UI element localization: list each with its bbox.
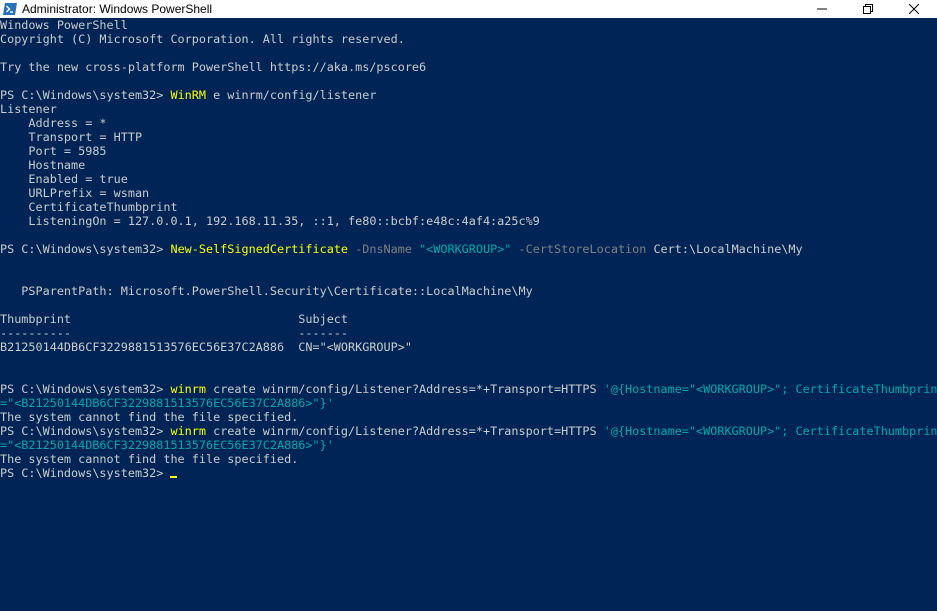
window-controls bbox=[799, 0, 937, 18]
console-text-plain: Hostname bbox=[0, 158, 86, 172]
restore-icon bbox=[863, 4, 873, 14]
console-line: URLPrefix = wsman bbox=[0, 186, 937, 200]
close-button[interactable] bbox=[891, 0, 937, 18]
console-text-cmd: WinRM bbox=[170, 88, 206, 102]
console-text-plain: e winrm/config/listener bbox=[205, 88, 377, 102]
console-line: Windows PowerShell bbox=[0, 18, 937, 32]
powershell-window: Administrator: Windows PowerShell Window… bbox=[0, 0, 937, 611]
console-text-plain: Windows PowerShell bbox=[0, 18, 128, 32]
console-line: ListeningOn = 127.0.0.1, 192.168.11.35, … bbox=[0, 214, 937, 228]
console-text-str: '@{Hostname="<WORKGROUP>"; CertificateTh… bbox=[603, 382, 937, 396]
console-text-cmd: winrm bbox=[170, 382, 206, 396]
console-text-plain: Copyright (C) Microsoft Corporation. All… bbox=[0, 32, 405, 46]
console-text-plain: PS C:\Windows\system32> bbox=[0, 466, 171, 480]
console-line: PS C:\Windows\system32> winrm create win… bbox=[0, 424, 937, 438]
console-text-cmd: New-SelfSignedCertificate bbox=[170, 242, 349, 256]
console-line: PSParentPath: Microsoft.PowerShell.Secur… bbox=[0, 284, 937, 298]
console-line: The system cannot find the file specifie… bbox=[0, 410, 937, 424]
console-line: The system cannot find the file specifie… bbox=[0, 452, 937, 466]
console-line: PS C:\Windows\system32> bbox=[0, 466, 937, 480]
text-cursor bbox=[170, 476, 178, 478]
console-text-plain: The system cannot find the file specifie… bbox=[0, 410, 299, 424]
console-line: ="<B21250144DB6CF3229881513576EC56E37C2A… bbox=[0, 438, 937, 452]
console-text-plain: PS C:\Windows\system32> bbox=[0, 382, 171, 396]
console-output[interactable]: Windows PowerShell Copyright (C) Microsof… bbox=[0, 18, 937, 611]
console-line: B21250144DB6CF3229881513576EC56E37C2A886… bbox=[0, 340, 937, 354]
console-line: Transport = HTTP bbox=[0, 130, 937, 144]
console-text-plain: URLPrefix = wsman bbox=[0, 186, 150, 200]
console-text-plain: Address = * bbox=[0, 116, 107, 130]
console-text-plain: Enabled = true bbox=[0, 172, 128, 186]
console-line: CertificateThumbprint bbox=[0, 200, 937, 214]
console-text-plain: CertificateThumbprint bbox=[0, 200, 178, 214]
console-text-plain: create winrm/config/Listener?Address=*+T… bbox=[205, 382, 604, 396]
console-text-str: '@{Hostname="<WORKGROUP>"; CertificateTh… bbox=[603, 424, 937, 438]
console-text-plain: The system cannot find the file specifie… bbox=[0, 452, 299, 466]
console-text-plain: Port = 5985 bbox=[0, 144, 107, 158]
powershell-icon[interactable] bbox=[2, 0, 18, 18]
console-line: Listener bbox=[0, 102, 937, 116]
window-title: Administrator: Windows PowerShell bbox=[22, 2, 213, 16]
console-text-plain: Thumbprint Subject bbox=[0, 312, 349, 326]
console-text-plain: ---------- ------- bbox=[0, 326, 349, 340]
title-bar[interactable]: Administrator: Windows PowerShell bbox=[0, 0, 937, 18]
console-line: PS C:\Windows\system32> WinRM e winrm/co… bbox=[0, 88, 937, 102]
console-line: PS C:\Windows\system32> New-SelfSignedCe… bbox=[0, 242, 937, 256]
console-text-plain: create winrm/config/Listener?Address=*+T… bbox=[205, 424, 604, 438]
minimize-icon bbox=[817, 4, 827, 14]
console-line: Enabled = true bbox=[0, 172, 937, 186]
console-text-plain: PS C:\Windows\system32> bbox=[0, 88, 171, 102]
console-text-param: -CertStoreLocation bbox=[511, 242, 654, 256]
close-icon bbox=[909, 4, 919, 14]
console-text-str: "<WORKGROUP>" bbox=[419, 242, 512, 256]
console-text-cmd: winrm bbox=[170, 424, 206, 438]
console-text-plain: ListeningOn = 127.0.0.1, 192.168.11.35, … bbox=[0, 214, 540, 228]
console-text-str: ="<B21250144DB6CF3229881513576EC56E37C2A… bbox=[0, 438, 334, 452]
console-text-plain: B21250144DB6CF3229881513576EC56E37C2A886… bbox=[0, 340, 412, 354]
console-text-plain: PS C:\Windows\system32> bbox=[0, 242, 171, 256]
console-text-plain: Try the new cross-platform PowerShell ht… bbox=[0, 60, 427, 74]
console-line: Port = 5985 bbox=[0, 144, 937, 158]
console-text-plain: Transport = HTTP bbox=[0, 130, 143, 144]
console-line: Thumbprint Subject bbox=[0, 312, 937, 326]
minimize-button[interactable] bbox=[799, 0, 845, 18]
console-text-plain: PS C:\Windows\system32> bbox=[0, 424, 171, 438]
console-line: ---------- ------- bbox=[0, 326, 937, 340]
console-text-plain: Cert:\LocalMachine\My bbox=[653, 242, 803, 256]
console-line: Try the new cross-platform PowerShell ht… bbox=[0, 60, 937, 74]
console-line: PS C:\Windows\system32> winrm create win… bbox=[0, 382, 937, 396]
console-line: Address = * bbox=[0, 116, 937, 130]
console-text-plain: Listener bbox=[0, 102, 57, 116]
restore-button[interactable] bbox=[845, 0, 891, 18]
console-text-param: -DnsName bbox=[348, 242, 420, 256]
console-line: ="<B21250144DB6CF3229881513576EC56E37C2A… bbox=[0, 396, 937, 410]
console-text-plain: PSParentPath: Microsoft.PowerShell.Secur… bbox=[0, 284, 533, 298]
console-line: Hostname bbox=[0, 158, 937, 172]
console-text-str: ="<B21250144DB6CF3229881513576EC56E37C2A… bbox=[0, 396, 334, 410]
console-line: Copyright (C) Microsoft Corporation. All… bbox=[0, 32, 937, 46]
